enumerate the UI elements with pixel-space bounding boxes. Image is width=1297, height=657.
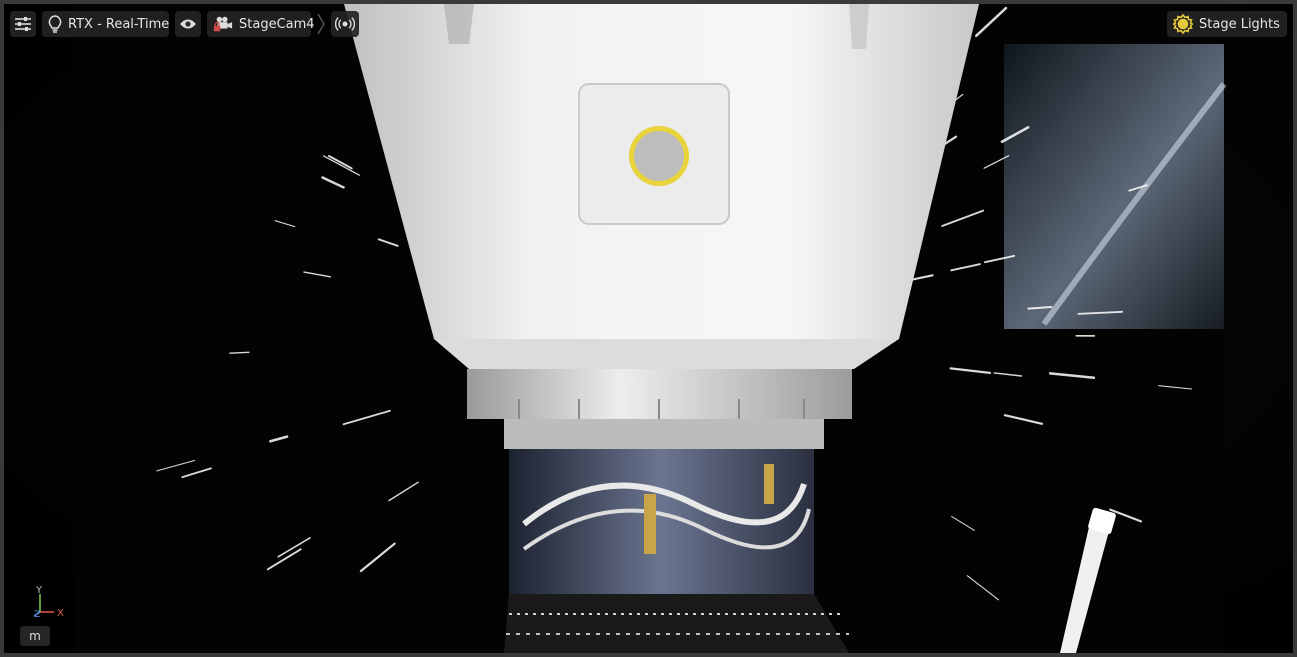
chevron-right-icon	[317, 11, 325, 37]
star-streak	[229, 351, 250, 354]
camera-button[interactable]: StageCam4	[207, 11, 315, 37]
stage-lights-label: Stage Lights	[1199, 16, 1280, 32]
unit-badge[interactable]: m	[20, 626, 50, 646]
lights-toolbar: Stage Lights	[1167, 10, 1287, 38]
x-axis-label: X	[57, 608, 64, 619]
renderer-label: RTX - Real-Time	[68, 16, 170, 32]
sliders-icon	[13, 14, 33, 34]
scene-render[interactable]	[4, 4, 1293, 653]
settings-button[interactable]	[10, 11, 36, 37]
viewport[interactable]: RTX - Real-Time StageCam4 Stage Lights Y…	[0, 0, 1297, 657]
visibility-button[interactable]	[175, 11, 201, 37]
unit-label: m	[29, 629, 41, 643]
renderer-button[interactable]: RTX - Real-Time	[42, 11, 169, 37]
broadcast-icon	[335, 14, 355, 34]
y-axis-label: Y	[35, 585, 43, 596]
stage-lights-button[interactable]: Stage Lights	[1167, 11, 1287, 37]
sun-icon	[1173, 14, 1193, 34]
eye-icon	[178, 14, 198, 34]
axis-gizmo: Y X Z	[24, 582, 74, 622]
z-axis-label: Z	[34, 610, 40, 620]
broadcast-button[interactable]	[331, 11, 359, 37]
lightbulb-icon	[48, 14, 62, 34]
camera-lock-icon	[213, 14, 233, 34]
camera-label: StageCam4	[239, 16, 315, 32]
viewport-toolbar: RTX - Real-Time StageCam4	[10, 10, 359, 38]
